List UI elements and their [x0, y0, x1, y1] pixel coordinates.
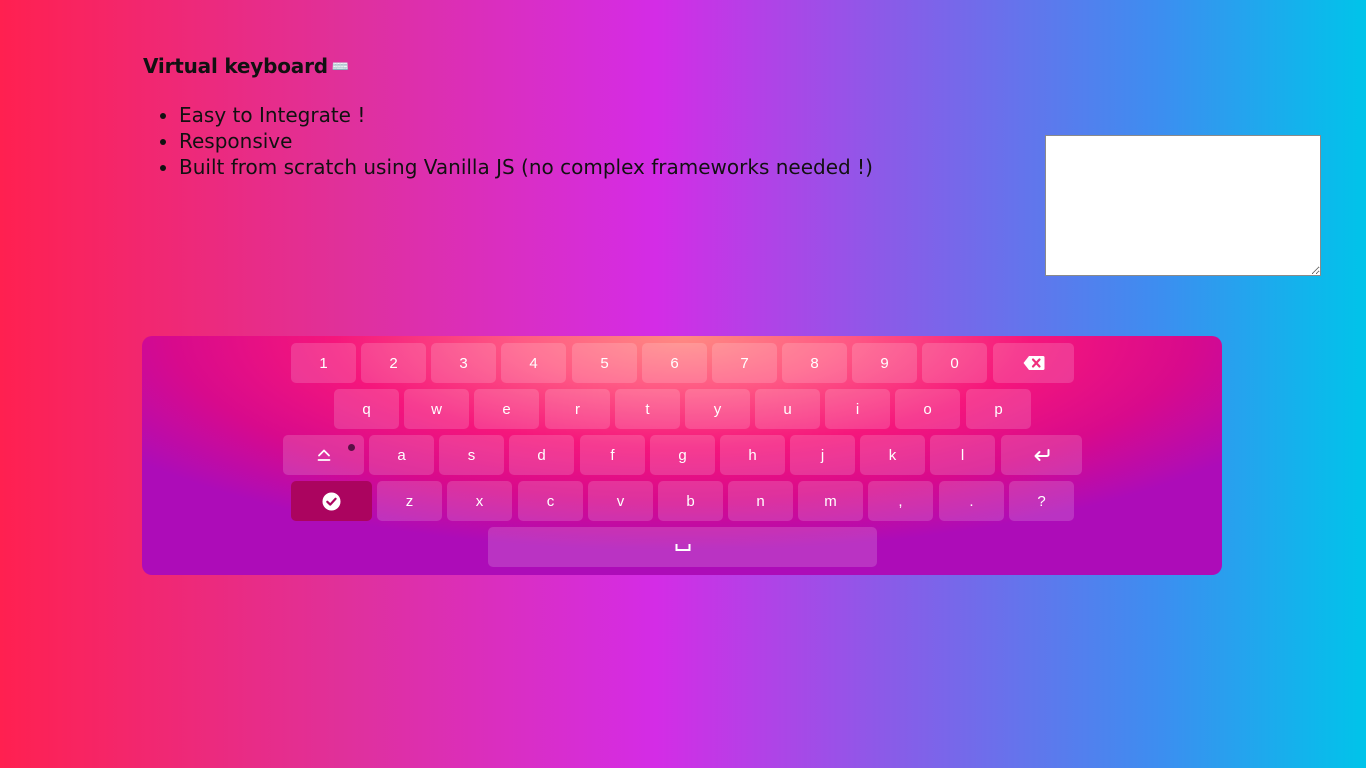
feature-item-responsive: Responsive — [179, 128, 873, 154]
key-m[interactable]: m — [798, 481, 863, 521]
key-8[interactable]: 8 — [782, 343, 847, 383]
backspace-icon — [1023, 355, 1045, 371]
key-0[interactable]: 0 — [922, 343, 987, 383]
key-w[interactable]: w — [404, 389, 469, 429]
key-c[interactable]: c — [518, 481, 583, 521]
caps-lock-key[interactable] — [283, 435, 364, 475]
key-4[interactable]: 4 — [501, 343, 566, 383]
key-comma[interactable]: , — [868, 481, 933, 521]
key-t[interactable]: t — [615, 389, 680, 429]
key-q[interactable]: q — [334, 389, 399, 429]
feature-item-integrate: Easy to Integrate ! — [179, 102, 873, 128]
key-s[interactable]: s — [439, 435, 504, 475]
done-key[interactable] — [291, 481, 372, 521]
key-a[interactable]: a — [369, 435, 434, 475]
feature-item-vanilla-js: Built from scratch using Vanilla JS (no … — [179, 154, 873, 180]
space-key[interactable] — [488, 527, 877, 567]
key-l[interactable]: l — [930, 435, 995, 475]
key-g[interactable]: g — [650, 435, 715, 475]
caps-lock-indicator — [348, 444, 355, 451]
backspace-key[interactable] — [993, 343, 1074, 383]
caps-lock-icon — [317, 448, 331, 462]
enter-icon — [1033, 448, 1051, 462]
key-k[interactable]: k — [860, 435, 925, 475]
key-1[interactable]: 1 — [291, 343, 356, 383]
key-z[interactable]: z — [377, 481, 442, 521]
text-input-area[interactable] — [1045, 135, 1321, 276]
page-title-text: Virtual keyboard — [143, 54, 328, 78]
key-d[interactable]: d — [509, 435, 574, 475]
key-5[interactable]: 5 — [572, 343, 637, 383]
virtual-keyboard: 1 2 3 4 5 6 7 8 9 0 q w e r t y u i o p … — [142, 336, 1222, 575]
keyboard-emoji-icon: ⌨️ — [331, 59, 350, 75]
key-u[interactable]: u — [755, 389, 820, 429]
key-r[interactable]: r — [545, 389, 610, 429]
key-question[interactable]: ? — [1009, 481, 1074, 521]
check-circle-icon — [322, 492, 341, 511]
key-x[interactable]: x — [447, 481, 512, 521]
key-3[interactable]: 3 — [431, 343, 496, 383]
key-n[interactable]: n — [728, 481, 793, 521]
key-j[interactable]: j — [790, 435, 855, 475]
key-v[interactable]: v — [588, 481, 653, 521]
key-e[interactable]: e — [474, 389, 539, 429]
key-6[interactable]: 6 — [642, 343, 707, 383]
key-y[interactable]: y — [685, 389, 750, 429]
key-p[interactable]: p — [966, 389, 1031, 429]
key-2[interactable]: 2 — [361, 343, 426, 383]
key-period[interactable]: . — [939, 481, 1004, 521]
feature-list: Easy to Integrate ! Responsive Built fro… — [143, 102, 873, 180]
key-7[interactable]: 7 — [712, 343, 777, 383]
key-b[interactable]: b — [658, 481, 723, 521]
key-9[interactable]: 9 — [852, 343, 917, 383]
key-o[interactable]: o — [895, 389, 960, 429]
space-icon — [675, 542, 691, 552]
enter-key[interactable] — [1001, 435, 1082, 475]
page-title: Virtual keyboard ⌨️ — [143, 54, 349, 78]
key-i[interactable]: i — [825, 389, 890, 429]
key-h[interactable]: h — [720, 435, 785, 475]
key-f[interactable]: f — [580, 435, 645, 475]
